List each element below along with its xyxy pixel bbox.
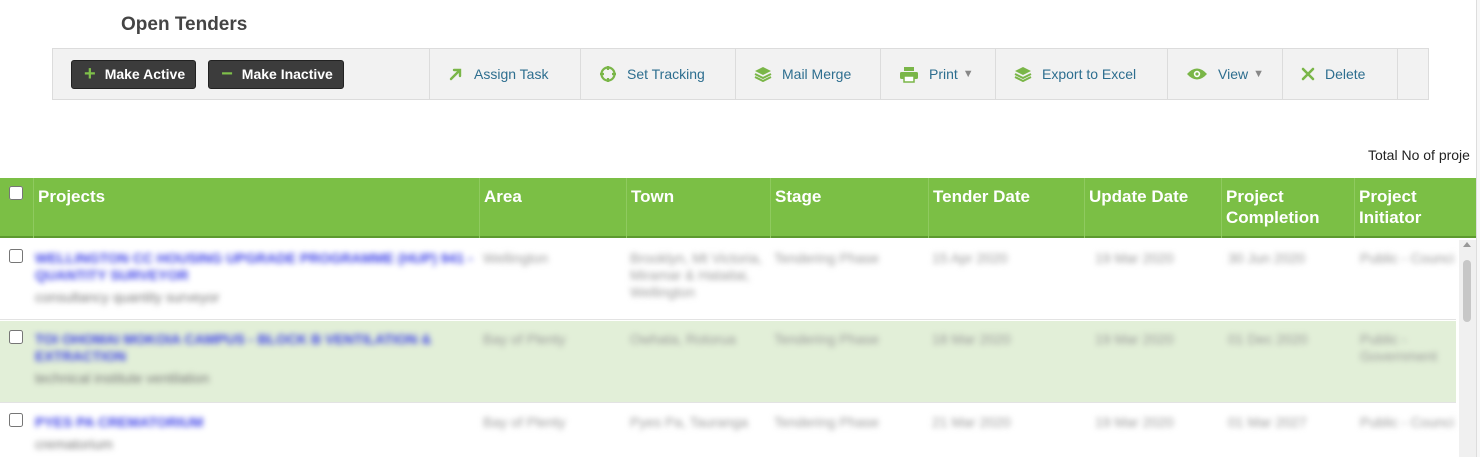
table-row[interactable]: WELLINGTON CC HOUSING UPGRADE PROGRAMME … xyxy=(0,240,1456,320)
project-subtitle: technical institute ventilation xyxy=(35,370,210,386)
select-all-checkbox[interactable] xyxy=(9,186,23,200)
export-excel-label: Export to Excel xyxy=(1042,66,1137,82)
plus-icon: + xyxy=(84,63,96,85)
project-subtitle: consultancy quantity surveyor xyxy=(35,289,220,305)
row-checkbox[interactable] xyxy=(9,413,23,427)
project-link[interactable]: TOI OHOMAI MOKOIA CAMPUS - BLOCK B VENTI… xyxy=(35,331,431,364)
area-cell: Bay of Plenty xyxy=(483,414,566,430)
assign-task-label: Assign Task xyxy=(474,66,549,82)
toolbar: + Make Active − Make Inactive Assign Tas… xyxy=(52,48,1429,100)
row-checkbox[interactable] xyxy=(9,249,23,263)
total-projects-label: Total No of proje xyxy=(1368,147,1470,163)
town-cell: Pyes Pa, Tauranga xyxy=(630,414,749,430)
update-date-cell: 19 Mar 2020 xyxy=(1095,414,1174,430)
crosshair-icon xyxy=(599,65,617,83)
table-header: Projects Area Town Stage Tender Date Upd… xyxy=(0,178,1476,238)
tender-date-cell: 15 Apr 2020 xyxy=(932,250,1008,266)
column-header-area[interactable]: Area xyxy=(479,178,626,238)
set-tracking-button[interactable]: Set Tracking xyxy=(581,49,736,99)
view-dropdown[interactable]: View ▼ xyxy=(1168,49,1283,99)
mail-merge-button[interactable]: Mail Merge xyxy=(736,49,881,99)
initiator-cell: Public - Council xyxy=(1360,414,1455,430)
update-date-cell: 19 Mar 2020 xyxy=(1095,331,1174,347)
town-cell: Owhata, Rotorua xyxy=(630,331,736,347)
print-dropdown[interactable]: Print ▼ xyxy=(881,49,996,99)
completion-cell: 01 Dec 2020 xyxy=(1228,331,1308,347)
stage-cell: Tendering Phase xyxy=(774,250,880,266)
window-edge xyxy=(1476,0,1480,457)
mail-merge-label: Mail Merge xyxy=(782,66,852,82)
delete-label: Delete xyxy=(1325,66,1366,82)
column-header-tender-date[interactable]: Tender Date xyxy=(928,178,1084,238)
make-inactive-button[interactable]: − Make Inactive xyxy=(208,59,344,89)
update-date-cell: 19 Mar 2020 xyxy=(1095,250,1174,266)
tender-date-cell: 21 Mar 2020 xyxy=(932,414,1011,430)
arrow-up-right-icon xyxy=(448,66,464,82)
project-cell: WELLINGTON CC HOUSING UPGRADE PROGRAMME … xyxy=(35,250,475,306)
make-inactive-label: Make Inactive xyxy=(241,66,333,82)
column-header-update-date[interactable]: Update Date xyxy=(1084,178,1221,238)
stage-cell: Tendering Phase xyxy=(774,331,880,347)
completion-cell: 30 Jun 2020 xyxy=(1228,250,1306,266)
table-row[interactable]: PYES PA CREMATORIUM crematorium Bay of P… xyxy=(0,404,1456,457)
layers-icon xyxy=(754,66,772,82)
eye-icon xyxy=(1186,67,1208,81)
minus-icon: − xyxy=(221,63,233,85)
column-header-stage[interactable]: Stage xyxy=(770,178,928,238)
column-header-projects[interactable]: Projects xyxy=(33,178,480,238)
column-header-project-completion[interactable]: Project Completion xyxy=(1221,178,1354,238)
chevron-down-icon: ▼ xyxy=(1253,68,1264,80)
delete-button[interactable]: Delete xyxy=(1283,49,1398,99)
initiator-cell: Public - Government xyxy=(1360,331,1438,364)
print-label: Print xyxy=(929,66,958,82)
project-cell: PYES PA CREMATORIUM crematorium xyxy=(35,414,475,453)
close-icon xyxy=(1301,67,1315,81)
page-title: Open Tenders xyxy=(121,14,248,35)
scrollbar-thumb[interactable] xyxy=(1463,260,1471,322)
completion-cell: 01 Mar 2027 xyxy=(1228,414,1307,430)
table-row[interactable]: TOI OHOMAI MOKOIA CAMPUS - BLOCK B VENTI… xyxy=(0,321,1456,403)
row-checkbox[interactable] xyxy=(9,330,23,344)
column-header-project-initiator[interactable]: Project Initiator xyxy=(1354,178,1476,238)
layers-icon xyxy=(1014,66,1032,82)
export-excel-button[interactable]: Export to Excel xyxy=(996,49,1168,99)
project-subtitle: crematorium xyxy=(35,436,113,452)
printer-icon xyxy=(899,66,919,83)
assign-task-button[interactable]: Assign Task xyxy=(430,49,581,99)
area-cell: Bay of Plenty xyxy=(483,331,566,347)
status-actions: + Make Active − Make Inactive xyxy=(53,49,430,99)
make-active-label: Make Active xyxy=(104,66,186,82)
project-link[interactable]: WELLINGTON CC HOUSING UPGRADE PROGRAMME … xyxy=(35,250,473,283)
town-cell: Brooklyn, Mt Victoria, Miramar & Hataita… xyxy=(630,250,763,300)
tender-date-cell: 18 Mar 2020 xyxy=(932,331,1011,347)
project-cell: TOI OHOMAI MOKOIA CAMPUS - BLOCK B VENTI… xyxy=(35,331,475,387)
stage-cell: Tendering Phase xyxy=(774,414,880,430)
set-tracking-label: Set Tracking xyxy=(627,66,705,82)
project-link[interactable]: PYES PA CREMATORIUM xyxy=(35,414,203,430)
scroll-up-arrow-icon[interactable] xyxy=(1463,242,1471,247)
column-header-town[interactable]: Town xyxy=(626,178,770,238)
chevron-down-icon: ▼ xyxy=(962,68,974,80)
initiator-cell: Public - Council xyxy=(1360,250,1455,266)
area-cell: Wellington xyxy=(483,250,549,266)
make-active-button[interactable]: + Make Active xyxy=(71,59,197,89)
table-scrollbar[interactable] xyxy=(1459,240,1476,457)
view-label: View xyxy=(1218,66,1249,82)
